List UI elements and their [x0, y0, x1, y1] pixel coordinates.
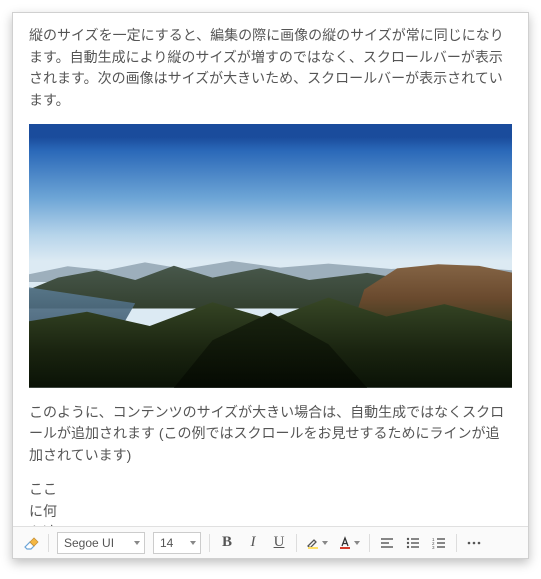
editor-toolbar: Segoe UI 14 B I U — [13, 526, 528, 558]
rich-text-editor: 縦のサイズを一定にすると、編集の際に画像の縦のサイズが常に同じになります。自動生… — [12, 12, 529, 559]
bold-button[interactable]: B — [215, 531, 239, 555]
font-color-icon — [338, 536, 352, 550]
paragraph: このように、コンテンツのサイズが大きい場合は、自動生成ではなくスクロールが追加さ… — [29, 402, 512, 467]
font-size-value: 14 — [160, 536, 173, 550]
highlight-color-button[interactable] — [302, 531, 332, 555]
numbered-list-button[interactable]: 1 2 3 — [427, 531, 451, 555]
bullet-list-icon — [406, 537, 420, 549]
underline-button[interactable]: U — [267, 531, 291, 555]
text-line: に何 — [29, 501, 512, 523]
more-options-button[interactable] — [462, 531, 486, 555]
bold-icon: B — [222, 534, 232, 551]
font-size-select[interactable]: 14 — [153, 532, 201, 554]
chevron-down-icon — [322, 541, 328, 545]
font-family-select[interactable]: Segoe UI — [57, 532, 145, 554]
bullet-list-button[interactable] — [401, 531, 425, 555]
italic-button[interactable]: I — [241, 531, 265, 555]
editor-content[interactable]: 縦のサイズを一定にすると、編集の際に画像の縦のサイズが常に同じになります。自動生… — [13, 13, 528, 526]
font-family-value: Segoe UI — [64, 536, 114, 550]
paragraph: 縦のサイズを一定にすると、編集の際に画像の縦のサイズが常に同じになります。自動生… — [29, 25, 512, 112]
text-lines: ここ に何 か追 加 — [29, 479, 512, 526]
align-left-icon — [380, 537, 394, 549]
chevron-down-icon — [354, 541, 360, 545]
clear-formatting-button[interactable] — [19, 531, 43, 555]
chevron-down-icon — [190, 541, 196, 545]
numbered-list-icon: 1 2 3 — [432, 537, 446, 549]
chevron-down-icon — [134, 541, 140, 545]
italic-icon: I — [251, 534, 256, 551]
ellipsis-icon — [467, 541, 481, 545]
font-color-button[interactable] — [334, 531, 364, 555]
embedded-image — [29, 124, 512, 388]
text-line: ここ — [29, 479, 512, 501]
svg-text:3: 3 — [432, 545, 435, 549]
eraser-icon — [23, 536, 39, 550]
underline-icon: U — [274, 534, 285, 551]
highlight-icon — [306, 536, 320, 550]
align-left-button[interactable] — [375, 531, 399, 555]
